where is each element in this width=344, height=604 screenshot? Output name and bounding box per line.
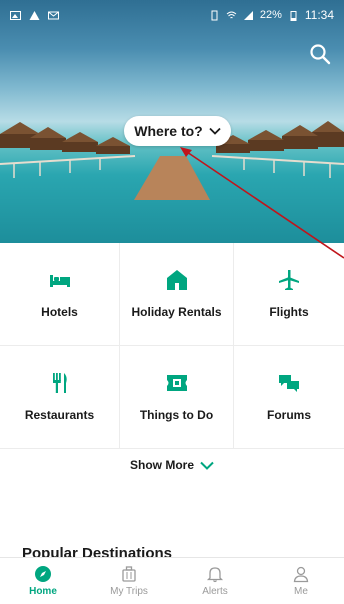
show-more-button[interactable]: Show More: [0, 452, 344, 478]
battery-icon: [290, 10, 297, 21]
suitcase-icon: [122, 566, 136, 582]
category-things-to-do[interactable]: Things to Do: [120, 346, 234, 449]
category-label: Forums: [266, 408, 311, 422]
wifi-icon: [226, 11, 237, 18]
nav-my-trips[interactable]: My Trips: [86, 558, 172, 604]
chevron-down-icon: [209, 127, 221, 135]
gallery-icon: [10, 10, 21, 20]
nav-label: Me: [294, 586, 308, 597]
category-hotels[interactable]: Hotels: [0, 243, 120, 346]
bottom-navigation: Home My Trips Alerts Me: [0, 557, 344, 604]
nav-home[interactable]: Home: [0, 558, 86, 604]
category-restaurants[interactable]: Restaurants: [0, 346, 120, 449]
nav-alerts[interactable]: Alerts: [172, 558, 258, 604]
signal-icon: [243, 10, 253, 20]
battery-level: 22%: [259, 9, 282, 21]
status-bar: 22% 11:34: [0, 0, 344, 30]
status-time: 11:34: [304, 8, 334, 22]
show-more-label: Show More: [129, 458, 194, 472]
category-label: Restaurants: [24, 408, 95, 422]
nav-label: My Trips: [110, 586, 148, 597]
person-icon: [293, 566, 309, 583]
category-label: Flights: [269, 305, 309, 319]
mail-icon: [48, 11, 59, 19]
nav-label: Home: [29, 586, 57, 597]
category-label: Hotels: [41, 305, 78, 319]
house-icon: [166, 270, 187, 290]
hero-banner: 22% 11:34 Where to?: [0, 0, 344, 243]
vibrate-icon: [211, 10, 218, 20]
warning-icon: [29, 10, 40, 20]
bed-icon: [49, 275, 70, 287]
compass-icon: [35, 566, 51, 582]
search-icon[interactable]: [308, 42, 332, 66]
fork-knife-icon: [52, 373, 67, 393]
bell-icon: [206, 567, 224, 583]
plane-icon: [279, 270, 299, 290]
category-grid: Hotels Holiday Rentals Flights Restauran…: [0, 243, 344, 449]
category-label: Things to Do: [139, 408, 214, 422]
where-to-button[interactable]: Where to?: [124, 116, 231, 146]
nav-label: Alerts: [202, 586, 228, 597]
category-label: Holiday Rentals: [131, 305, 222, 319]
popular-destinations-heading: Popular Destinations: [22, 545, 173, 557]
ticket-icon: [166, 375, 187, 391]
category-holiday-rentals[interactable]: Holiday Rentals: [120, 243, 234, 346]
chevron-down-icon: [200, 461, 214, 470]
category-forums[interactable]: Forums: [234, 346, 344, 449]
category-flights[interactable]: Flights: [234, 243, 344, 346]
where-to-label: Where to?: [134, 123, 203, 139]
chat-bubbles-icon: [279, 375, 299, 392]
nav-me[interactable]: Me: [258, 558, 344, 604]
